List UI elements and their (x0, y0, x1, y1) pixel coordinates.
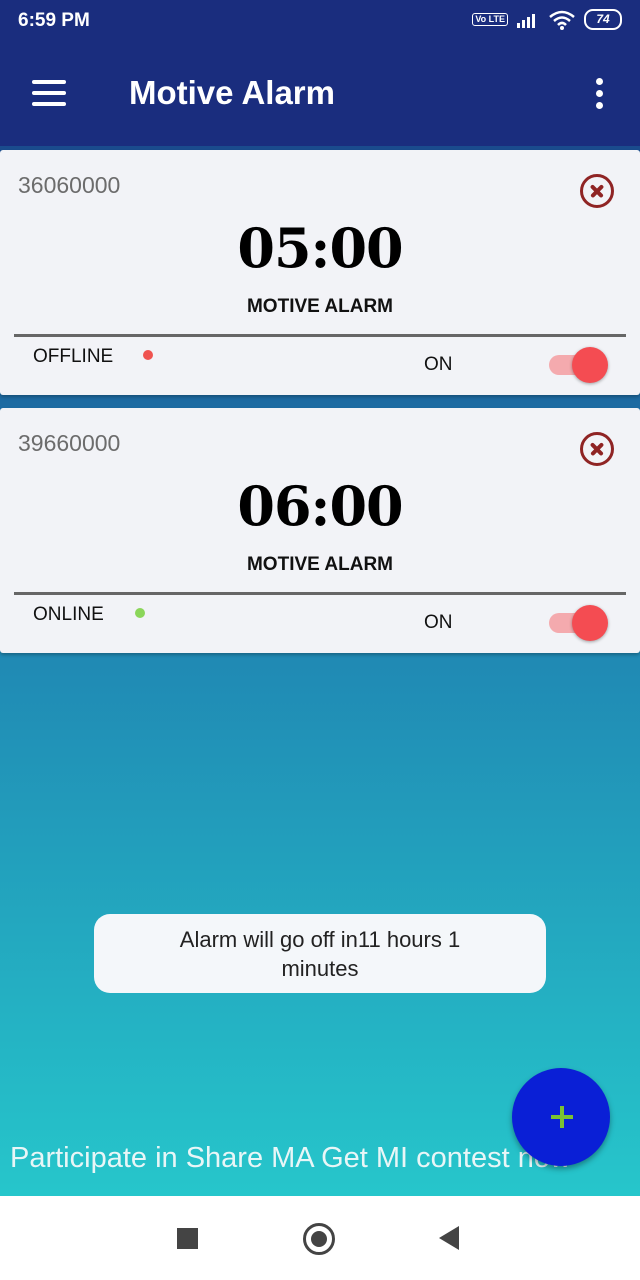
alarm-time[interactable]: 06:00 (0, 474, 640, 538)
alarm-label: MOTIVE ALARM (246, 296, 393, 317)
delete-alarm-icon[interactable] (580, 432, 614, 466)
recents-icon[interactable] (177, 1228, 198, 1249)
alarm-time[interactable]: 05:00 (0, 216, 640, 280)
signal-icon (517, 13, 535, 28)
toggle-label: ON (424, 354, 453, 375)
toggle-label: ON (424, 612, 453, 633)
wifi-icon (549, 10, 575, 30)
app-bar: Motive Alarm (0, 44, 640, 146)
more-vert-icon[interactable] (589, 76, 613, 112)
back-icon[interactable] (439, 1226, 459, 1250)
status-time: 6:59 PM (18, 10, 90, 31)
alarm-id: 39660000 (18, 430, 121, 456)
alarm-card[interactable]: 36060000 05:00 MOTIVE ALARM OFFLINE ON (0, 150, 640, 395)
alarm-id: 36060000 (18, 172, 121, 198)
app-title: Motive Alarm (129, 74, 335, 111)
switch-thumb (572, 605, 608, 641)
system-nav-bar (0, 1196, 640, 1280)
contest-banner[interactable]: Participate in Share MA Get MI contest n… (10, 1142, 571, 1175)
hamburger-menu-icon[interactable] (32, 80, 68, 106)
card-divider (14, 334, 626, 337)
switch-thumb (572, 347, 608, 383)
status-bar: 6:59 PM Vo LTE 74 (0, 0, 640, 44)
alarm-mode: OFFLINE (33, 346, 114, 367)
battery-icon: 74 (584, 9, 622, 30)
alarm-card[interactable]: 39660000 06:00 MOTIVE ALARM ONLINE ON (0, 408, 640, 653)
volte-icon: Vo LTE (472, 13, 508, 26)
status-icons: Vo LTE 74 (472, 9, 622, 30)
card-divider (14, 592, 626, 595)
alarm-toggle-switch[interactable] (549, 347, 609, 383)
alarm-toggle-switch[interactable] (549, 605, 609, 641)
status-dot-icon (135, 608, 145, 618)
home-icon[interactable] (303, 1223, 335, 1255)
alarm-list-area: 36060000 05:00 MOTIVE ALARM OFFLINE ON 3… (0, 146, 640, 1196)
add-alarm-button[interactable] (512, 1068, 610, 1166)
alarm-label: MOTIVE ALARM (246, 554, 393, 575)
toast-message: Alarm will go off in11 hours 1 minutes (94, 914, 546, 993)
delete-alarm-icon[interactable] (580, 174, 614, 208)
status-dot-icon (143, 350, 153, 360)
add-icon (512, 1068, 610, 1166)
alarm-mode: ONLINE (33, 604, 104, 625)
